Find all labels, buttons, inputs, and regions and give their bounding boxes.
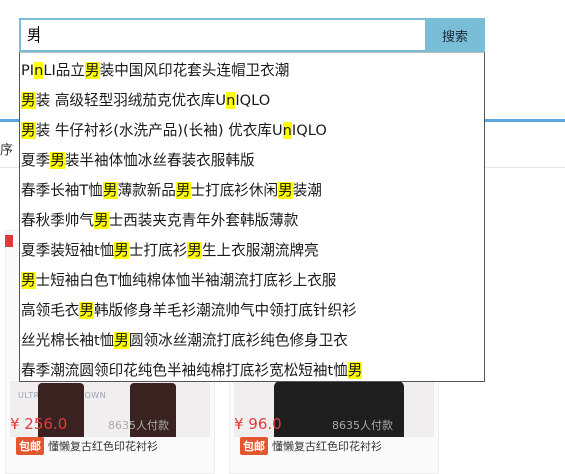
suggestion-text: 春季潮流圆领印花纯色半袖纯棉打底衫宽松短袖t恤 — [21, 362, 348, 379]
suggestion-text: 夏季装短袖t恤 — [21, 242, 115, 259]
search-bar: 搜索 — [19, 18, 485, 52]
suggestion-item[interactable]: 男装 高级轻型羽绒茄克优衣库UnIQLO — [20, 86, 484, 116]
query-highlight: 男 — [84, 62, 100, 79]
query-highlight: n — [282, 122, 292, 139]
suggestion-text: 装中国风印花套头连帽卫衣潮 — [99, 62, 290, 79]
promo-tag — [5, 235, 13, 247]
query-highlight: 男 — [21, 272, 36, 289]
sales-count: 8635人付款 — [332, 419, 393, 432]
suggestion-item[interactable]: 丝光棉长袖t恤男圆领冰丝潮流打底衫纯色修身卫衣 — [20, 326, 484, 356]
query-highlight: 男 — [21, 92, 36, 109]
suggestion-text: 生上衣服潮流牌亮 — [201, 242, 319, 259]
suggestion-text: LI品立 — [43, 62, 85, 79]
suggestion-text: IQLO — [291, 122, 327, 139]
suggestion-item[interactable]: 夏季装短袖t恤男士打底衫男生上衣服潮流牌亮 — [20, 236, 484, 266]
suggestion-text: 士西装夹克青年外套韩版薄款 — [108, 212, 299, 229]
query-highlight: n — [226, 92, 236, 109]
suggestion-item[interactable]: 春季潮流圆领印花纯色半袖纯棉打底衫宽松短袖t恤男 — [20, 356, 484, 386]
suggestion-text: IQLO — [235, 92, 271, 109]
suggestion-item[interactable]: 男装 牛仔衬衫(水洗产品)(长袖) 优衣库UnIQLO — [20, 116, 484, 146]
query-highlight: 男 — [21, 122, 36, 139]
text-caret — [38, 26, 39, 43]
query-highlight: n — [34, 62, 44, 79]
suggestion-text: 丝光棉长袖t恤 — [21, 332, 115, 349]
suggestion-text: 士打底衫休闲 — [190, 182, 279, 199]
suggestion-item[interactable]: 男士短袖白色T恤纯棉体恤半袖潮流打底衫上衣服 — [20, 266, 484, 296]
suggestion-text: 韩版修身羊毛衫潮流帅气中领打底针织衫 — [94, 302, 357, 319]
query-highlight: 男 — [347, 362, 363, 379]
suggestion-item[interactable]: 春季长袖T恤男薄款新品男士打底衫休闲男装潮 — [20, 176, 484, 206]
suggestion-text: 装半袖体恤冰丝春装衣服韩版 — [64, 152, 255, 169]
product-title[interactable]: 懂懒复古红色印花衬衫 — [48, 438, 158, 454]
search-suggestions: PInLI品立男装中国风印花套头连帽卫衣潮 男装 高级轻型羽绒茄克优衣库UnIQL… — [19, 52, 485, 382]
query-highlight: 男 — [114, 242, 129, 259]
suggestion-text: 春秋季帅气 — [21, 212, 94, 229]
suggestion-text: 春季长袖T恤 — [21, 182, 103, 199]
free-shipping-badge: 包邮 — [16, 437, 44, 455]
suggestion-item[interactable]: 高领毛衣男韩版修身羊毛衫潮流帅气中领打底针织衫 — [20, 296, 484, 326]
product-title[interactable]: 懂懒复古红色印花衬衫 — [272, 438, 382, 454]
search-button[interactable]: 搜索 — [425, 18, 485, 52]
query-highlight: 男 — [187, 242, 202, 259]
suggestion-text: 圆领冰丝潮流打底衫纯色修身卫衣 — [128, 332, 348, 349]
sort-label[interactable]: 序 — [0, 139, 13, 158]
suggestion-item[interactable]: 夏季男装半袖体恤冰丝春装衣服韩版 — [20, 146, 484, 176]
suggestion-text: 装 牛仔衬衫(水洗产品)(长袖) 优衣库U — [35, 122, 283, 139]
query-highlight: 男 — [114, 332, 129, 349]
suggestion-text: 士打底衫 — [128, 242, 188, 259]
query-highlight: 男 — [278, 182, 293, 199]
sales-count: 8635人付款 — [108, 419, 169, 432]
product-price: ¥ 96.0 — [234, 415, 282, 433]
suggestion-text: 装 高级轻型羽绒茄克优衣库U — [35, 92, 227, 109]
suggestion-item[interactable]: PInLI品立男装中国风印花套头连帽卫衣潮 — [20, 56, 484, 86]
query-highlight: 男 — [102, 182, 118, 199]
query-highlight: 男 — [93, 212, 109, 229]
product-price: ¥ 256.0 — [10, 415, 68, 433]
query-highlight: 男 — [50, 152, 65, 169]
suggestion-text: 薄款新品 — [117, 182, 176, 199]
suggestion-text: PI — [21, 62, 35, 79]
search-input[interactable] — [19, 18, 425, 52]
free-shipping-badge: 包邮 — [240, 437, 268, 455]
suggestion-text: 夏季 — [21, 152, 51, 169]
suggestion-text: 士短袖白色T恤纯棉体恤半袖潮流打底衫上衣服 — [35, 272, 337, 289]
query-highlight: 男 — [79, 302, 94, 319]
suggestion-text: 装潮 — [292, 182, 322, 199]
query-highlight: 男 — [175, 182, 191, 199]
suggestion-item[interactable]: 春秋季帅气男士西装夹克青年外套韩版薄款 — [20, 206, 484, 236]
suggestion-text: 高领毛衣 — [21, 302, 80, 319]
